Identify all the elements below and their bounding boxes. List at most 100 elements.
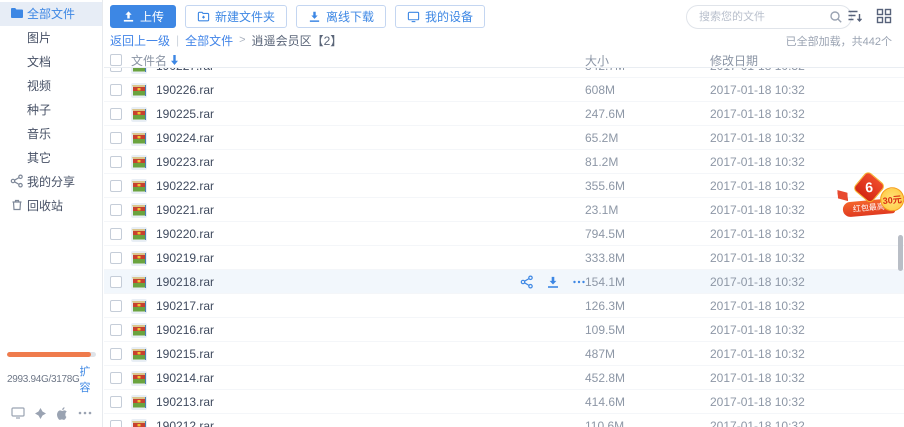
sidebar-item-label: 图片	[27, 31, 52, 45]
row-checkbox[interactable]	[110, 132, 122, 144]
row-checkbox[interactable]	[110, 228, 122, 240]
row-checkbox[interactable]	[110, 348, 122, 360]
search-icon[interactable]	[829, 10, 843, 24]
upload-button[interactable]: 上传	[110, 5, 177, 28]
new-folder-button[interactable]: 新建文件夹	[185, 5, 288, 28]
sidebar-item[interactable]: 种子	[0, 98, 102, 122]
table-row[interactable]: 190224.rar 65.2M 2017-01-18 10:32	[104, 126, 904, 150]
file-name[interactable]: 190221.rar	[156, 203, 214, 217]
select-all-checkbox[interactable]	[110, 54, 122, 66]
sidebar-item[interactable]: 视频	[0, 74, 102, 98]
row-checkbox[interactable]	[110, 180, 122, 192]
promo-badge[interactable]: 红包最高 6 30元	[838, 170, 904, 225]
breadcrumb-root-link[interactable]: 全部文件	[185, 32, 233, 49]
sort-list-icon[interactable]	[847, 8, 863, 24]
vertical-scrollbar-thumb[interactable]	[898, 235, 903, 271]
offline-download-button[interactable]: 离线下载	[296, 5, 387, 28]
breadcrumb-back-link[interactable]: 返回上一级	[110, 32, 170, 49]
rar-file-icon	[131, 226, 147, 242]
rar-file-icon	[131, 130, 147, 146]
row-checkbox[interactable]	[110, 84, 122, 96]
table-row[interactable]: 190225.rar 247.6M 2017-01-18 10:32	[104, 102, 904, 126]
row-checkbox[interactable]	[110, 108, 122, 120]
sidebar-item[interactable]: 我的分享	[0, 170, 102, 194]
table-row[interactable]: 190219.rar 333.8M 2017-01-18 10:32	[104, 246, 904, 270]
table-row[interactable]: 190222.rar 355.6M 2017-01-18 10:32	[104, 174, 904, 198]
table-row[interactable]: 190221.rar 23.1M 2017-01-18 10:32	[104, 198, 904, 222]
sidebar-item-label: 我的分享	[27, 175, 76, 189]
apple-client-icon[interactable]	[55, 405, 71, 421]
file-name[interactable]: 190216.rar	[156, 323, 214, 337]
file-name[interactable]: 190227.rar	[156, 68, 214, 73]
more-clients-icon[interactable]	[77, 405, 93, 421]
file-modified-date: 2017-01-18 10:32	[710, 323, 805, 337]
file-name[interactable]: 190219.rar	[156, 251, 214, 265]
sidebar-item-icon	[10, 78, 24, 92]
file-modified-date: 2017-01-18 10:32	[710, 419, 805, 427]
file-name[interactable]: 190213.rar	[156, 395, 214, 409]
sidebar-item[interactable]: 图片	[0, 26, 102, 50]
table-row[interactable]: 190213.rar 414.6M 2017-01-18 10:32	[104, 390, 904, 414]
row-checkbox[interactable]	[110, 300, 122, 312]
row-checkbox[interactable]	[110, 372, 122, 384]
file-name[interactable]: 190226.rar	[156, 83, 214, 97]
column-header-name[interactable]: 文件名	[131, 52, 167, 69]
grid-view-icon[interactable]	[876, 8, 892, 24]
row-checkbox[interactable]	[110, 324, 122, 336]
file-name[interactable]: 190212.rar	[156, 419, 214, 427]
rar-file-icon	[131, 250, 147, 266]
file-size: 342.7M	[585, 68, 625, 73]
sidebar-item-icon	[10, 102, 24, 116]
row-checkbox[interactable]	[110, 204, 122, 216]
table-row[interactable]: 190223.rar 81.2M 2017-01-18 10:32	[104, 150, 904, 174]
row-checkbox[interactable]	[110, 396, 122, 408]
sidebar-item-label: 音乐	[27, 127, 52, 141]
row-checkbox[interactable]	[110, 252, 122, 264]
storage-usage-text: 2993.94G/3178G	[7, 373, 80, 385]
column-header-size[interactable]: 大小	[585, 52, 609, 69]
rar-file-icon	[131, 370, 147, 386]
table-row[interactable]: 190215.rar 487M 2017-01-18 10:32	[104, 342, 904, 366]
my-devices-button[interactable]: 我的设备	[395, 5, 486, 28]
file-name[interactable]: 190217.rar	[156, 299, 214, 313]
row-checkbox[interactable]	[110, 68, 122, 72]
file-modified-date: 2017-01-18 10:32	[710, 107, 805, 121]
file-name[interactable]: 190215.rar	[156, 347, 214, 361]
search-input[interactable]	[686, 5, 852, 29]
file-name[interactable]: 190218.rar	[156, 275, 214, 289]
rar-file-icon	[131, 82, 147, 98]
file-name[interactable]: 190224.rar	[156, 131, 214, 145]
file-name[interactable]: 190225.rar	[156, 107, 214, 121]
share-action-icon[interactable]	[520, 275, 534, 289]
client-links	[0, 405, 103, 421]
rar-file-icon	[131, 106, 147, 122]
table-row[interactable]: 190226.rar 608M 2017-01-18 10:32	[104, 78, 904, 102]
table-row[interactable]: 190227.rar 342.7M	[104, 68, 904, 78]
table-row[interactable]: 190214.rar 452.8M 2017-01-18 10:32	[104, 366, 904, 390]
row-checkbox[interactable]	[110, 156, 122, 168]
expand-storage-link[interactable]: 扩容	[80, 363, 96, 395]
download-action-icon[interactable]	[546, 275, 560, 289]
sidebar-item[interactable]: 文档	[0, 50, 102, 74]
file-name[interactable]: 190222.rar	[156, 179, 214, 193]
sidebar-item[interactable]: 其它	[0, 146, 102, 170]
table-row[interactable]: 190218.rar 154.1M 2017-01-18 10:32	[104, 270, 904, 294]
mobile-client-icon[interactable]	[32, 405, 48, 421]
table-row[interactable]: 190212.rar 110.6M 2017-01-18 10:32	[104, 414, 904, 427]
table-row[interactable]: 190220.rar 794.5M 2017-01-18 10:32	[104, 222, 904, 246]
sidebar-item[interactable]: 音乐	[0, 122, 102, 146]
desktop-client-icon[interactable]	[10, 405, 26, 421]
row-checkbox[interactable]	[110, 420, 122, 427]
table-row[interactable]: 190216.rar 109.5M 2017-01-18 10:32	[104, 318, 904, 342]
sort-desc-icon[interactable]	[170, 55, 179, 65]
sidebar-item[interactable]: 全部文件	[0, 2, 102, 26]
column-header-modified[interactable]: 修改日期	[710, 52, 758, 69]
file-size: 126.3M	[585, 299, 626, 313]
file-name[interactable]: 190223.rar	[156, 155, 214, 169]
more-actions-icon[interactable]	[572, 275, 586, 289]
file-name[interactable]: 190214.rar	[156, 371, 214, 385]
row-checkbox[interactable]	[110, 276, 122, 288]
table-row[interactable]: 190217.rar 126.3M 2017-01-18 10:32	[104, 294, 904, 318]
file-name[interactable]: 190220.rar	[156, 227, 214, 241]
sidebar-item[interactable]: 回收站	[0, 194, 102, 218]
